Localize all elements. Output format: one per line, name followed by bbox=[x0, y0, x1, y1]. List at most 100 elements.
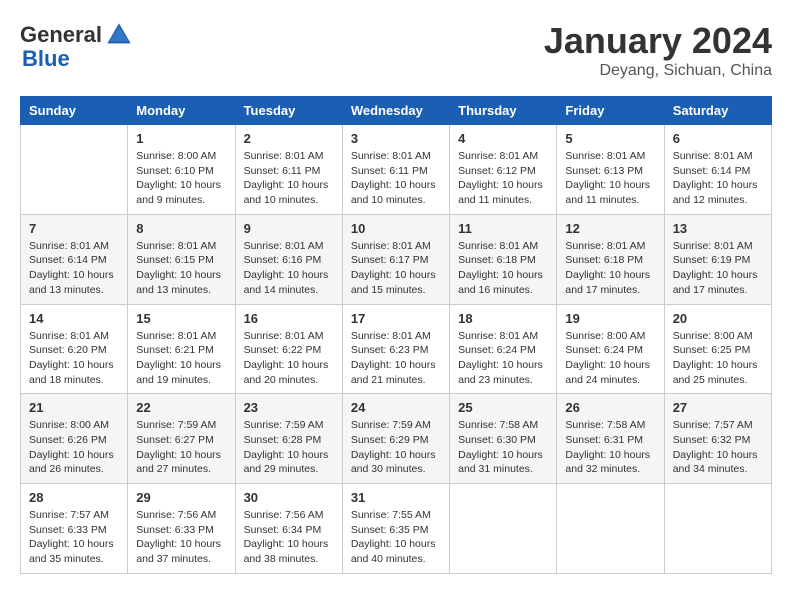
day-number: 15 bbox=[136, 311, 226, 326]
day-number: 17 bbox=[351, 311, 441, 326]
day-info: Sunrise: 8:01 AM Sunset: 6:12 PM Dayligh… bbox=[458, 149, 548, 208]
day-number: 30 bbox=[244, 490, 334, 505]
day-info: Sunrise: 8:01 AM Sunset: 6:21 PM Dayligh… bbox=[136, 329, 226, 388]
day-number: 16 bbox=[244, 311, 334, 326]
calendar-cell: 28Sunrise: 7:57 AM Sunset: 6:33 PM Dayli… bbox=[21, 484, 128, 574]
day-number: 4 bbox=[458, 131, 548, 146]
logo-icon bbox=[104, 20, 134, 50]
day-number: 12 bbox=[565, 221, 655, 236]
day-info: Sunrise: 8:01 AM Sunset: 6:14 PM Dayligh… bbox=[29, 239, 119, 298]
calendar-cell: 15 Sunrise: 8:01 AM Sunset: 6:21 PM Dayli… bbox=[128, 304, 235, 394]
day-info: Sunrise: 8:01 AM Sunset: 6:15 PM Dayligh… bbox=[136, 239, 226, 298]
calendar-cell: 23 Sunrise: 7:59 AM Sunset: 6:28 PM Dayli… bbox=[235, 394, 342, 484]
day-info: Sunrise: 7:58 AM Sunset: 6:31 PM Dayligh… bbox=[565, 418, 655, 477]
day-number: 31 bbox=[351, 490, 441, 505]
calendar-week-row: 21 Sunrise: 8:00 AM Sunset: 6:26 PM Dayli… bbox=[21, 394, 772, 484]
day-number: 3 bbox=[351, 131, 441, 146]
calendar-cell: 1Sunrise: 8:00 AM Sunset: 6:10 PM Daylig… bbox=[128, 125, 235, 215]
calendar-cell: 10 Sunrise: 8:01 AM Sunset: 6:17 PM Dayli… bbox=[342, 214, 449, 304]
day-number: 9 bbox=[244, 221, 334, 236]
calendar-header-row: SundayMondayTuesdayWednesdayThursdayFrid… bbox=[21, 97, 772, 125]
calendar-cell: 9 Sunrise: 8:01 AM Sunset: 6:16 PM Daylig… bbox=[235, 214, 342, 304]
calendar-cell: 27Sunrise: 7:57 AM Sunset: 6:32 PM Dayli… bbox=[664, 394, 771, 484]
day-number: 22 bbox=[136, 400, 226, 415]
logo: General Blue bbox=[20, 20, 134, 72]
day-info: Sunrise: 7:55 AM Sunset: 6:35 PM Dayligh… bbox=[351, 508, 441, 567]
calendar-cell: 8 Sunrise: 8:01 AM Sunset: 6:15 PM Daylig… bbox=[128, 214, 235, 304]
col-header-friday: Friday bbox=[557, 97, 664, 125]
day-info: Sunrise: 8:00 AM Sunset: 6:24 PM Dayligh… bbox=[565, 329, 655, 388]
calendar-cell: 5Sunrise: 8:01 AM Sunset: 6:13 PM Daylig… bbox=[557, 125, 664, 215]
day-info: Sunrise: 7:57 AM Sunset: 6:32 PM Dayligh… bbox=[673, 418, 763, 477]
day-info: Sunrise: 8:01 AM Sunset: 6:22 PM Dayligh… bbox=[244, 329, 334, 388]
calendar-cell: 11 Sunrise: 8:01 AM Sunset: 6:18 PM Dayli… bbox=[450, 214, 557, 304]
day-number: 10 bbox=[351, 221, 441, 236]
calendar-cell: 13 Sunrise: 8:01 AM Sunset: 6:19 PM Dayli… bbox=[664, 214, 771, 304]
day-number: 29 bbox=[136, 490, 226, 505]
calendar-cell: 17 Sunrise: 8:01 AM Sunset: 6:23 PM Dayli… bbox=[342, 304, 449, 394]
day-number: 26 bbox=[565, 400, 655, 415]
calendar-cell: 25Sunrise: 7:58 AM Sunset: 6:30 PM Dayli… bbox=[450, 394, 557, 484]
calendar-cell: 16 Sunrise: 8:01 AM Sunset: 6:22 PM Dayli… bbox=[235, 304, 342, 394]
calendar-cell bbox=[664, 484, 771, 574]
day-info: Sunrise: 8:01 AM Sunset: 6:13 PM Dayligh… bbox=[565, 149, 655, 208]
day-number: 19 bbox=[565, 311, 655, 326]
calendar-cell: 31 Sunrise: 7:55 AM Sunset: 6:35 PM Dayli… bbox=[342, 484, 449, 574]
location-title: Deyang, Sichuan, China bbox=[544, 62, 772, 80]
day-info: Sunrise: 7:59 AM Sunset: 6:28 PM Dayligh… bbox=[244, 418, 334, 477]
calendar-cell bbox=[450, 484, 557, 574]
col-header-sunday: Sunday bbox=[21, 97, 128, 125]
day-number: 13 bbox=[673, 221, 763, 236]
day-info: Sunrise: 7:56 AM Sunset: 6:33 PM Dayligh… bbox=[136, 508, 226, 567]
day-info: Sunrise: 8:01 AM Sunset: 6:23 PM Dayligh… bbox=[351, 329, 441, 388]
day-info: Sunrise: 7:58 AM Sunset: 6:30 PM Dayligh… bbox=[458, 418, 548, 477]
calendar-cell: 18 Sunrise: 8:01 AM Sunset: 6:24 PM Dayli… bbox=[450, 304, 557, 394]
title-area: January 2024 Deyang, Sichuan, China bbox=[544, 20, 772, 80]
calendar-cell: 14Sunrise: 8:01 AM Sunset: 6:20 PM Dayli… bbox=[21, 304, 128, 394]
calendar-cell: 26 Sunrise: 7:58 AM Sunset: 6:31 PM Dayli… bbox=[557, 394, 664, 484]
calendar-cell bbox=[21, 125, 128, 215]
day-info: Sunrise: 7:59 AM Sunset: 6:29 PM Dayligh… bbox=[351, 418, 441, 477]
day-number: 24 bbox=[351, 400, 441, 415]
day-info: Sunrise: 8:01 AM Sunset: 6:11 PM Dayligh… bbox=[244, 149, 334, 208]
calendar-cell: 24 Sunrise: 7:59 AM Sunset: 6:29 PM Dayli… bbox=[342, 394, 449, 484]
day-number: 21 bbox=[29, 400, 119, 415]
day-info: Sunrise: 8:01 AM Sunset: 6:17 PM Dayligh… bbox=[351, 239, 441, 298]
calendar-cell bbox=[557, 484, 664, 574]
calendar-cell: 4 Sunrise: 8:01 AM Sunset: 6:12 PM Daylig… bbox=[450, 125, 557, 215]
day-info: Sunrise: 8:01 AM Sunset: 6:18 PM Dayligh… bbox=[565, 239, 655, 298]
calendar-cell: 2 Sunrise: 8:01 AM Sunset: 6:11 PM Daylig… bbox=[235, 125, 342, 215]
day-number: 6 bbox=[673, 131, 763, 146]
calendar-cell: 30Sunrise: 7:56 AM Sunset: 6:34 PM Dayli… bbox=[235, 484, 342, 574]
calendar-cell: 20 Sunrise: 8:00 AM Sunset: 6:25 PM Dayli… bbox=[664, 304, 771, 394]
calendar-cell: 3Sunrise: 8:01 AM Sunset: 6:11 PM Daylig… bbox=[342, 125, 449, 215]
day-number: 23 bbox=[244, 400, 334, 415]
logo-general-text: General bbox=[20, 22, 102, 48]
day-number: 11 bbox=[458, 221, 548, 236]
calendar-cell: 22 Sunrise: 7:59 AM Sunset: 6:27 PM Dayli… bbox=[128, 394, 235, 484]
day-number: 18 bbox=[458, 311, 548, 326]
col-header-tuesday: Tuesday bbox=[235, 97, 342, 125]
day-info: Sunrise: 8:00 AM Sunset: 6:25 PM Dayligh… bbox=[673, 329, 763, 388]
logo-blue-text: Blue bbox=[22, 46, 70, 72]
col-header-thursday: Thursday bbox=[450, 97, 557, 125]
day-info: Sunrise: 8:01 AM Sunset: 6:14 PM Dayligh… bbox=[673, 149, 763, 208]
col-header-saturday: Saturday bbox=[664, 97, 771, 125]
calendar-cell: 6 Sunrise: 8:01 AM Sunset: 6:14 PM Daylig… bbox=[664, 125, 771, 215]
day-number: 1 bbox=[136, 131, 226, 146]
calendar-cell: 7Sunrise: 8:01 AM Sunset: 6:14 PM Daylig… bbox=[21, 214, 128, 304]
calendar-cell: 21 Sunrise: 8:00 AM Sunset: 6:26 PM Dayli… bbox=[21, 394, 128, 484]
day-info: Sunrise: 8:01 AM Sunset: 6:24 PM Dayligh… bbox=[458, 329, 548, 388]
calendar-cell: 19 Sunrise: 8:00 AM Sunset: 6:24 PM Dayli… bbox=[557, 304, 664, 394]
day-info: Sunrise: 7:57 AM Sunset: 6:33 PM Dayligh… bbox=[29, 508, 119, 567]
day-info: Sunrise: 8:01 AM Sunset: 6:19 PM Dayligh… bbox=[673, 239, 763, 298]
day-number: 14 bbox=[29, 311, 119, 326]
day-number: 2 bbox=[244, 131, 334, 146]
day-info: Sunrise: 8:01 AM Sunset: 6:18 PM Dayligh… bbox=[458, 239, 548, 298]
day-info: Sunrise: 8:00 AM Sunset: 6:26 PM Dayligh… bbox=[29, 418, 119, 477]
day-info: Sunrise: 8:01 AM Sunset: 6:16 PM Dayligh… bbox=[244, 239, 334, 298]
day-number: 20 bbox=[673, 311, 763, 326]
calendar-week-row: 28Sunrise: 7:57 AM Sunset: 6:33 PM Dayli… bbox=[21, 484, 772, 574]
day-number: 8 bbox=[136, 221, 226, 236]
day-info: Sunrise: 7:59 AM Sunset: 6:27 PM Dayligh… bbox=[136, 418, 226, 477]
